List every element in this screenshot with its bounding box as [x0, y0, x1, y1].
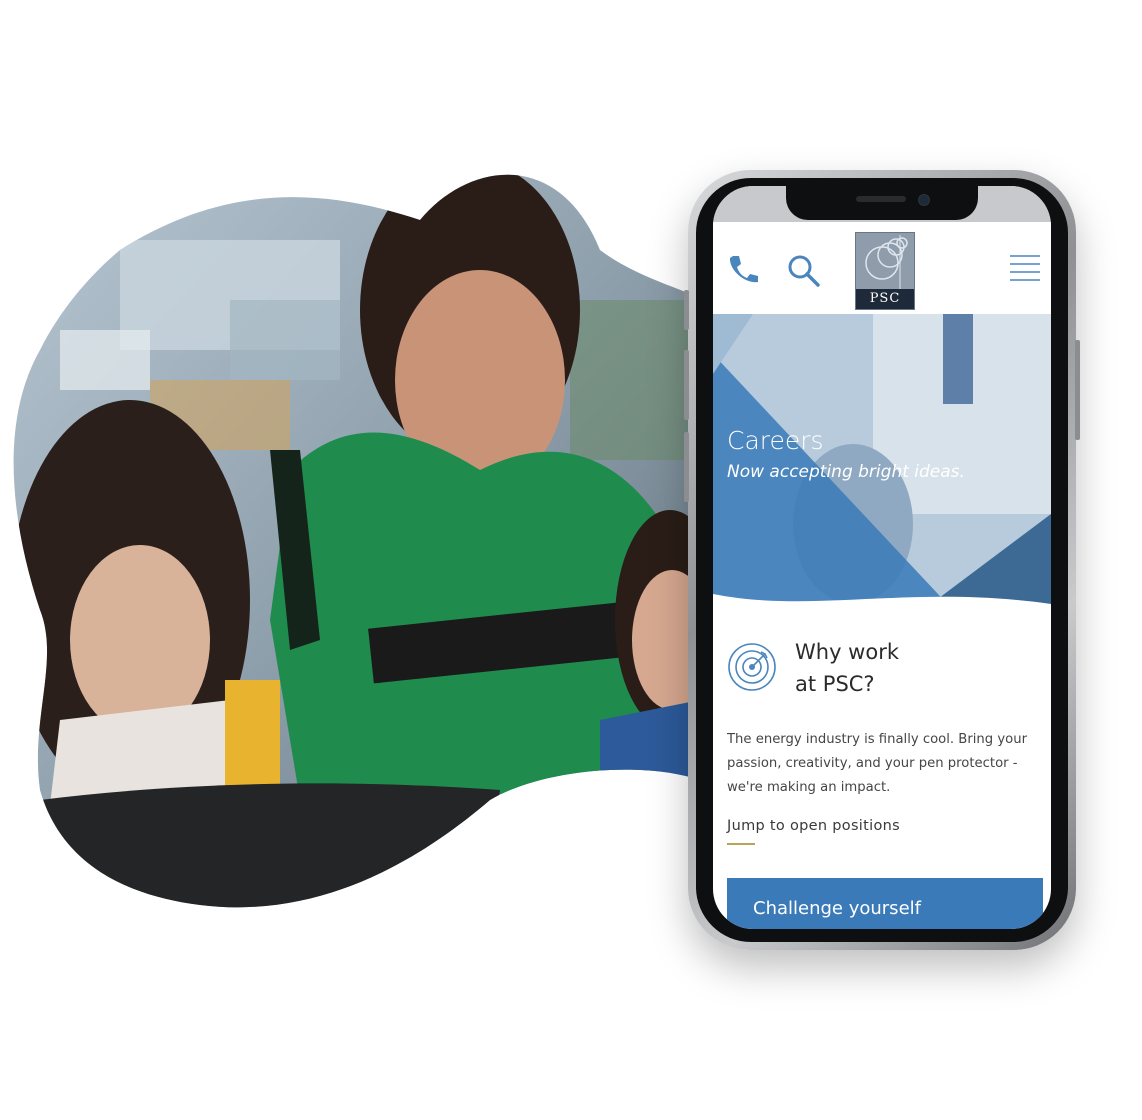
search-icon[interactable]	[785, 252, 821, 288]
psc-logo[interactable]: PSC	[855, 232, 915, 310]
phone-notch	[786, 182, 978, 220]
phone-volume-down	[684, 432, 689, 502]
careers-hero: Careers Now accepting bright ideas.	[713, 314, 1051, 610]
why-title-line2: at PSC?	[795, 672, 875, 696]
hamburger-menu-icon[interactable]	[1009, 252, 1041, 284]
phone-icon[interactable]	[725, 252, 761, 288]
challenge-yourself-card[interactable]: Challenge yourself	[727, 878, 1043, 929]
challenge-label: Challenge yourself	[753, 898, 921, 919]
speaker-grille	[856, 196, 906, 202]
jump-to-positions-link[interactable]: Jump to open positions	[727, 818, 900, 834]
phone-side-button	[684, 290, 689, 330]
why-body-text: The energy industry is finally cool. Bri…	[727, 732, 1028, 795]
mobile-nav: PSC	[713, 222, 1051, 314]
phone-volume-up	[684, 350, 689, 420]
link-underline	[727, 843, 755, 845]
logo-circles-icon	[865, 235, 908, 289]
why-title-line1: Why work	[795, 640, 899, 664]
phone-screen: PSC Careers Now accepting bright ideas.	[713, 186, 1051, 929]
why-title: Why work at PSC?	[795, 636, 995, 700]
logo-text: PSC	[856, 289, 914, 309]
target-icon	[728, 643, 776, 691]
phone-power-button	[1075, 340, 1080, 440]
hero-subtitle: Now accepting bright ideas.	[727, 462, 965, 482]
front-camera	[918, 194, 930, 206]
hero-title: Careers	[727, 426, 824, 455]
